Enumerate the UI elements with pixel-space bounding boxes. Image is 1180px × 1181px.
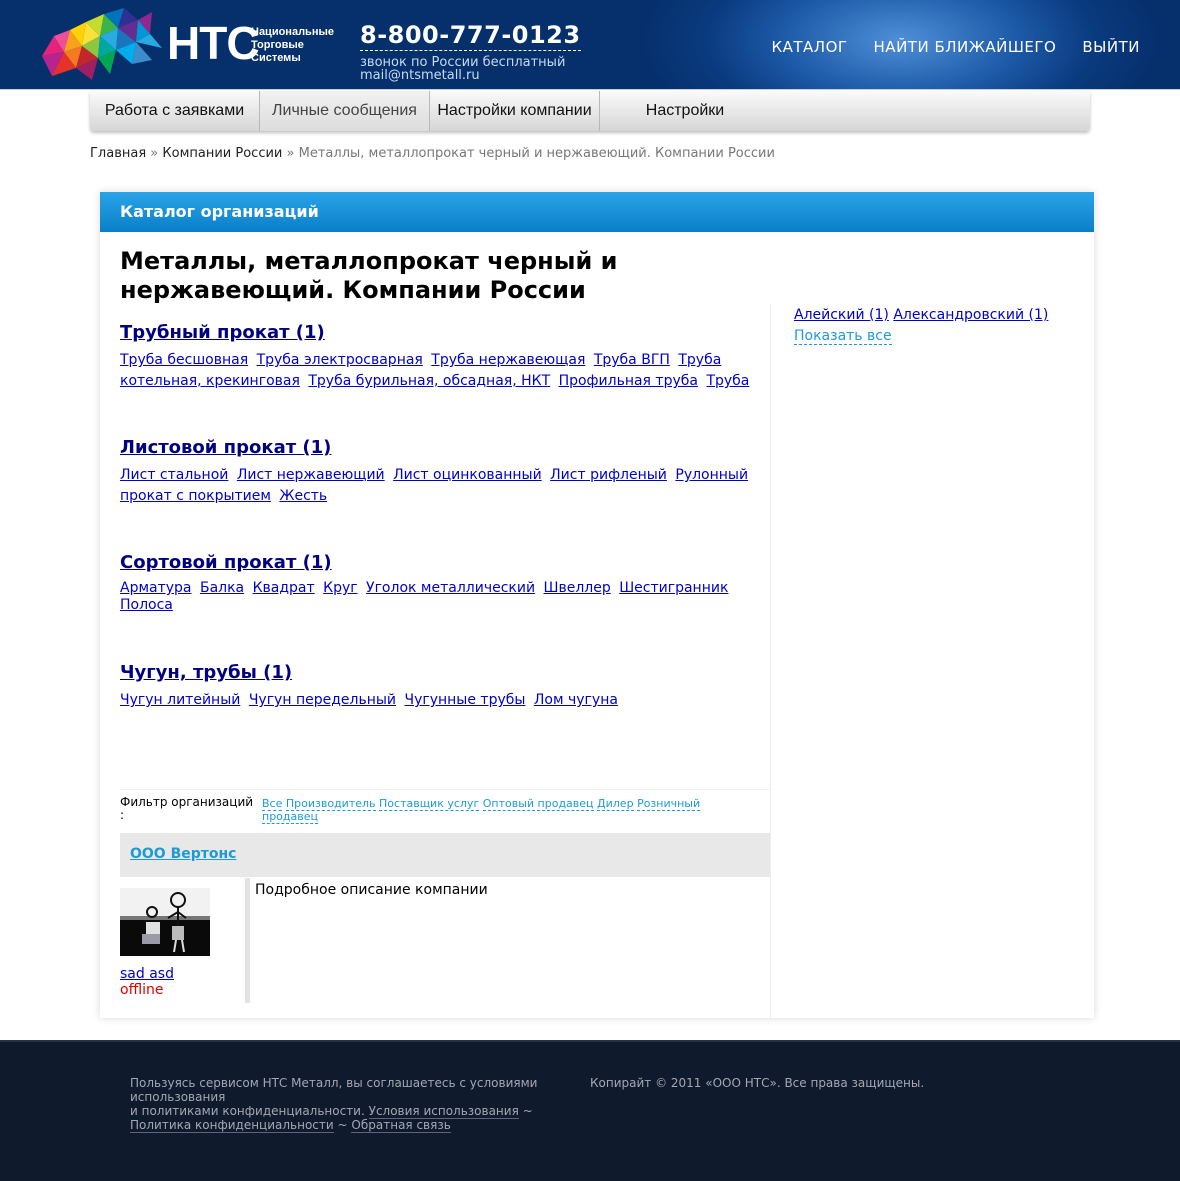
user-name-link[interactable]: sad asd <box>120 966 174 982</box>
category-link[interactable]: Швеллер <box>544 580 611 596</box>
category-link[interactable]: Лист стальной <box>120 467 228 483</box>
category-link[interactable]: Жесть <box>279 488 327 504</box>
brand-subtitle-line: Торговые <box>251 39 304 51</box>
tab-messages[interactable]: Личные сообщения <box>260 91 430 131</box>
footer-terms-text: Пользуясь сервисом НТС Металл, вы соглаш… <box>130 1076 538 1104</box>
show-all-cities-link[interactable]: Показать все <box>794 328 892 345</box>
tab-company-settings[interactable]: Настройки компании <box>430 91 600 131</box>
organization-filter: Фильтр организаций : Все Производитель П… <box>120 789 770 825</box>
user-avatar[interactable] <box>120 888 210 956</box>
category-links: Труба бесшовная Труба электросварная Тру… <box>120 350 760 392</box>
category-block: Листовой прокат (1) Лист стальной Лист н… <box>120 437 760 507</box>
category-links: Чугун литейный Чугун передельный Чугунны… <box>120 690 760 711</box>
terms-link[interactable]: Условия использования <box>368 1104 519 1119</box>
category-link[interactable]: Лом чугуна <box>534 692 618 708</box>
category-link[interactable]: Уголок металлический <box>366 580 535 596</box>
footer-separator: ~ <box>522 1104 533 1118</box>
city-link[interactable]: Александровский (1) <box>893 307 1048 323</box>
category-title[interactable]: Сортовой прокат (1) <box>120 552 332 574</box>
nav-find-nearest[interactable]: НАЙТИ БЛИЖАЙШЕГО <box>874 38 1057 56</box>
copyright: Копирайт © 2011 «ООО НТС». Все права защ… <box>590 1076 925 1090</box>
category-link[interactable]: Чугун передельный <box>249 692 396 708</box>
feedback-link[interactable]: Обратная связь <box>351 1118 451 1133</box>
category-title[interactable]: Трубный прокат (1) <box>120 322 325 344</box>
category-link[interactable]: Лист нержавеющий <box>237 467 385 483</box>
category-links: Лист стальной Лист нержавеющий Лист оцин… <box>120 465 760 507</box>
category-link[interactable]: Балка <box>200 580 244 596</box>
breadcrumb: Главная » Компании России » Металлы, мет… <box>90 146 775 161</box>
brand-subtitle: Национальные Торговые Системы <box>251 26 351 65</box>
filter-option-wholesale[interactable]: Оптовый продавец <box>482 797 594 811</box>
category-title[interactable]: Листовой прокат (1) <box>120 437 331 459</box>
category-block: Чугун, трубы (1) Чугун литейный Чугун пе… <box>120 662 760 711</box>
page-title: Металлы, металлопрокат черный и нержавею… <box>120 247 618 304</box>
category-link[interactable]: Шестигранник <box>619 580 728 596</box>
category-link[interactable]: Труба ВГП <box>594 352 670 368</box>
filter-option-all[interactable]: Все <box>262 797 283 811</box>
catalog-panel: Каталог организаций Металлы, металлопрок… <box>100 192 1094 1018</box>
category-link[interactable]: Профильная труба <box>559 373 698 389</box>
category-link[interactable]: Труба <box>706 373 749 389</box>
category-link[interactable]: Квадрат <box>253 580 315 596</box>
category-link[interactable]: Арматура <box>120 580 192 596</box>
breadcrumb-current: Металлы, металлопрокат черный и нержавею… <box>298 146 775 161</box>
footer-terms: Пользуясь сервисом НТС Металл, вы соглаш… <box>130 1076 550 1133</box>
panel-header: Каталог организаций <box>100 192 1094 232</box>
breadcrumb-separator: » <box>150 146 159 161</box>
brand-subtitle-line: Национальные <box>251 26 334 38</box>
category-links: Арматура Балка Квадрат Круг Уголок метал… <box>120 580 760 614</box>
brand-name: НТС <box>167 17 260 69</box>
account-tabs: Работа с заявками Личные сообщения Настр… <box>90 91 1090 131</box>
category-title[interactable]: Чугун, трубы (1) <box>120 662 292 684</box>
city-list: Алейский (1) Александровский (1) Показат… <box>794 305 1048 347</box>
site-footer: Пользуясь сервисом НТС Металл, вы соглаш… <box>0 1040 1180 1181</box>
contact-email[interactable]: mail@ntsmetall.ru <box>360 68 480 83</box>
tab-requests[interactable]: Работа с заявками <box>90 91 260 131</box>
footer-terms-text: и политиками конфиденциальности. <box>130 1104 365 1118</box>
category-block: Сортовой прокат (1) Арматура Балка Квадр… <box>120 552 760 614</box>
category-link[interactable]: Труба бурильная, обсадная, НКТ <box>308 373 550 389</box>
organization-header: ООО Вертонс <box>120 833 770 877</box>
footer-separator: ~ <box>337 1118 348 1132</box>
nts-logo-icon[interactable] <box>40 6 165 82</box>
category-link[interactable]: Труба нержавеющая <box>431 352 585 368</box>
organization-description: Подробное описание компании <box>255 882 488 898</box>
organization-user-column: sad asd offline <box>120 878 250 1003</box>
breadcrumb-home[interactable]: Главная <box>90 146 146 161</box>
nav-logout[interactable]: ВЫЙТИ <box>1082 38 1140 56</box>
category-link[interactable]: Лист рифленый <box>550 467 667 483</box>
filter-option-dealer[interactable]: Дилер <box>597 797 634 811</box>
category-link[interactable]: Полоса <box>120 597 173 613</box>
city-link[interactable]: Алейский (1) <box>794 307 889 323</box>
organization-name-link[interactable]: ООО Вертонс <box>130 846 236 862</box>
category-link[interactable]: Лист оцинкованный <box>393 467 542 483</box>
column-divider <box>770 304 771 1018</box>
category-link[interactable]: Круг <box>323 580 357 596</box>
user-status: offline <box>120 982 164 998</box>
filter-option-manufacturer[interactable]: Производитель <box>285 797 376 811</box>
breadcrumb-companies[interactable]: Компании России <box>162 146 282 161</box>
breadcrumb-separator: » <box>286 146 295 161</box>
category-link[interactable]: Труба электросварная <box>257 352 423 368</box>
brand-subtitle-line: Системы <box>251 52 301 64</box>
category-link[interactable]: Чугун литейный <box>120 692 240 708</box>
site-header: НТС Национальные Торговые Системы 8-800-… <box>0 0 1180 90</box>
filter-option-service-provider[interactable]: Поставщик услуг <box>379 797 480 811</box>
filter-options: Все Производитель Поставщик услуг Оптовы… <box>262 797 722 824</box>
phone-number[interactable]: 8-800-777-0123 <box>360 20 581 51</box>
filter-label: Фильтр организаций : <box>120 795 254 822</box>
category-link[interactable]: Чугунные трубы <box>404 692 525 708</box>
category-block: Трубный прокат (1) Труба бесшовная Труба… <box>120 322 760 392</box>
top-nav: КАТАЛОГ НАЙТИ БЛИЖАЙШЕГО ВЫЙТИ <box>771 38 1140 56</box>
privacy-link[interactable]: Политика конфиденциальности <box>130 1118 334 1133</box>
nav-catalog[interactable]: КАТАЛОГ <box>771 38 847 56</box>
tab-settings[interactable]: Настройки <box>600 91 770 131</box>
category-link[interactable]: Труба бесшовная <box>120 352 248 368</box>
